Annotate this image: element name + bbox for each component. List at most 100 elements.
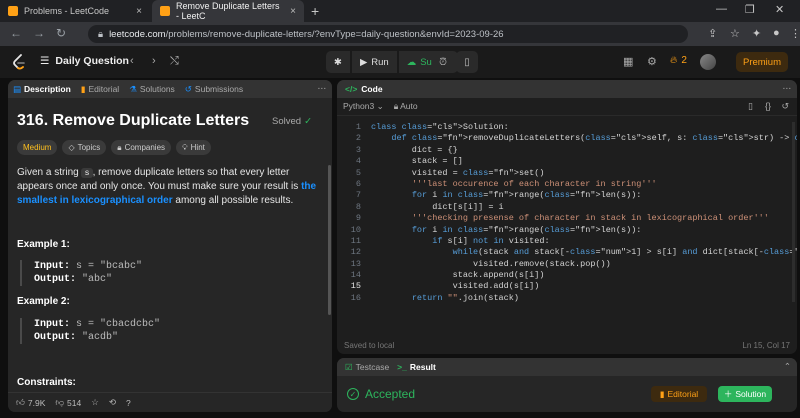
code-line[interactable]: 6 '''last occurence of each character in…	[337, 179, 797, 190]
code-line[interactable]: 8 dict[s[i]] = i	[337, 202, 797, 213]
autosave-toggle[interactable]: 🔒︎ Auto	[394, 101, 418, 112]
daily-question-nav[interactable]: ☰ Daily Question	[40, 55, 129, 67]
line-number: 8	[355, 201, 361, 212]
extensions-icon[interactable]: ✦	[752, 27, 761, 40]
language-select[interactable]: Python3 ⌄	[343, 101, 384, 112]
tab-solutions[interactable]: ⚗ Solutions	[129, 84, 175, 95]
code-line[interactable]: 11 if s[i] not in visited:	[337, 236, 797, 247]
maximize-icon[interactable]: ❐	[745, 3, 755, 16]
premium-button[interactable]: Premium	[736, 52, 788, 72]
like-button[interactable]: 👍︎ 7.9K	[16, 397, 45, 408]
reset-code-icon[interactable]: ↺	[781, 101, 789, 112]
description-footer: 👍︎ 7.9K 👎︎ 514 ☆ ⟲ ?	[8, 392, 332, 412]
profile-icon[interactable]: ●	[773, 27, 780, 39]
code-line[interactable]: 1 class class="cls">Solution:	[337, 122, 797, 133]
share-link-icon[interactable]: ⟲	[109, 397, 116, 408]
code-line[interactable]: 16 return "".join(stack)	[337, 293, 797, 304]
code-text: class class="cls">Solution:	[371, 122, 509, 132]
tab-editorial[interactable]: ▮ Editorial	[81, 84, 119, 95]
problem-title: 316. Remove Duplicate Letters	[17, 112, 250, 129]
help-icon[interactable]: ?	[126, 398, 131, 408]
close-tab-icon[interactable]: ×	[290, 6, 296, 17]
bookmark-icon[interactable]: ▯	[748, 101, 753, 112]
editor-scrollbar[interactable]	[792, 122, 795, 302]
more-options-icon[interactable]: ⋯	[783, 83, 792, 94]
next-problem-icon[interactable]: ›	[152, 55, 156, 67]
shuffle-icon[interactable]: ⤭	[170, 55, 179, 68]
browser-tab-problems[interactable]: Problems - LeetCode ×	[0, 0, 150, 22]
tab-description[interactable]: ▤ Description	[13, 84, 71, 95]
more-options-icon[interactable]: ⋯	[318, 83, 327, 94]
leetcode-favicon	[160, 6, 170, 16]
topics-chip[interactable]: ◇ Topics	[62, 140, 107, 155]
minimize-icon[interactable]: —	[716, 3, 727, 15]
back-icon[interactable]: ←	[10, 26, 22, 40]
input-label: Input:	[34, 261, 71, 272]
reload-icon[interactable]: ↻	[56, 26, 66, 40]
debug-button[interactable]: ✱	[326, 51, 350, 73]
leetcode-header: ☰ Daily Question ‹ › ⤭ ✱ ▶Run ☁Submit ⏰︎…	[0, 46, 800, 78]
format-braces-icon[interactable]: {}	[765, 101, 771, 111]
tab-submissions[interactable]: ↺ Submissions	[185, 84, 243, 95]
url-input[interactable]: 🔒︎ leetcode.com/problems/remove-duplicat…	[88, 25, 688, 43]
hint-chip[interactable]: 💡︎ Hint	[176, 140, 211, 155]
post-solution-button[interactable]: ＋ Solution	[718, 386, 772, 402]
run-button[interactable]: ▶ Run	[351, 51, 397, 73]
mode-value: Auto	[400, 101, 418, 111]
prev-problem-icon[interactable]: ‹	[130, 55, 134, 67]
companies-chip[interactable]: 🔒︎ Companies	[111, 140, 172, 155]
tab-testcase[interactable]: ☑ Testcase	[345, 362, 389, 373]
forward-icon[interactable]: →	[33, 26, 45, 40]
description-scrollbar[interactable]	[328, 165, 331, 315]
code-line[interactable]: 7 for i in class="fn">range(class="fn">l…	[337, 190, 797, 201]
new-tab-button[interactable]: +	[311, 3, 319, 19]
code-line[interactable]: 4 stack = []	[337, 156, 797, 167]
bookmark-star-icon[interactable]: ☆	[730, 27, 740, 40]
code-line[interactable]: 3 dict = {}	[337, 145, 797, 156]
code-area[interactable]: 1 class class="cls">Solution: 2 def class=…	[337, 122, 797, 304]
dislike-button[interactable]: 👎︎ 514	[55, 397, 81, 408]
description-icon: ▤	[13, 83, 22, 94]
terminal-icon: >_	[397, 362, 407, 372]
code-line[interactable]: 14 stack.append(s[i])	[337, 270, 797, 281]
code-line[interactable]: 9 '''checking presense of character in s…	[337, 213, 797, 224]
code-line[interactable]: 2 def class="fn">removeDuplicateLetters(…	[337, 133, 797, 144]
layout-icon[interactable]: ▦	[623, 55, 633, 68]
close-tab-icon[interactable]: ×	[136, 6, 142, 17]
code-line[interactable]: 10 for i in class="fn">range(class="fn">…	[337, 225, 797, 236]
streak-counter[interactable]: 🔥︎ 2	[670, 55, 687, 66]
settings-gear-icon[interactable]: ⚙	[647, 55, 657, 68]
user-avatar[interactable]	[700, 54, 716, 70]
accepted-verdict: ✓ Accepted	[347, 387, 415, 401]
line-number: 1	[355, 122, 361, 132]
code-tab-label[interactable]: Code	[361, 84, 382, 94]
code-line[interactable]: 13 visited.remove(stack.pop())	[337, 259, 797, 270]
collapse-icon[interactable]: ⌃	[784, 361, 791, 372]
solved-label: Solved	[272, 116, 302, 127]
timer-button[interactable]: ⏰︎	[432, 51, 454, 73]
leetcode-logo-icon[interactable]	[12, 54, 26, 70]
line-number: 4	[355, 156, 361, 167]
difficulty-badge: Medium	[17, 140, 58, 155]
output-value: "acdb"	[76, 332, 119, 343]
fire-icon: 🔥︎	[670, 55, 678, 66]
share-icon[interactable]: ⇪	[708, 27, 717, 40]
notes-button[interactable]: ▯	[456, 51, 478, 73]
browser-tab-current[interactable]: Remove Duplicate Letters - LeetC ×	[152, 0, 304, 22]
code-line[interactable]: 12 while(stack and stack[-class="num">1]…	[337, 247, 797, 258]
favorite-star-icon[interactable]: ☆	[91, 397, 99, 408]
code-line[interactable]: 15 visited.add(s[i])	[337, 281, 797, 292]
thumbs-down-icon: 👎︎	[55, 397, 65, 407]
tab-result[interactable]: >_ Result	[397, 362, 436, 372]
line-number: 5	[355, 167, 361, 178]
line-number: 9	[355, 213, 361, 224]
output-label: Output:	[34, 274, 77, 285]
browser-menu-icon[interactable]: ⋮	[790, 27, 800, 40]
lock-icon: 🔒︎	[98, 28, 104, 40]
book-icon: ▮	[659, 388, 665, 399]
code-line[interactable]: 5 visited = class="fn">set()	[337, 168, 797, 179]
line-number: 2	[355, 133, 361, 144]
close-window-icon[interactable]: ✕	[775, 3, 784, 16]
plus-icon: ＋	[723, 389, 733, 399]
editorial-button[interactable]: ▮ Editorial	[651, 386, 707, 402]
